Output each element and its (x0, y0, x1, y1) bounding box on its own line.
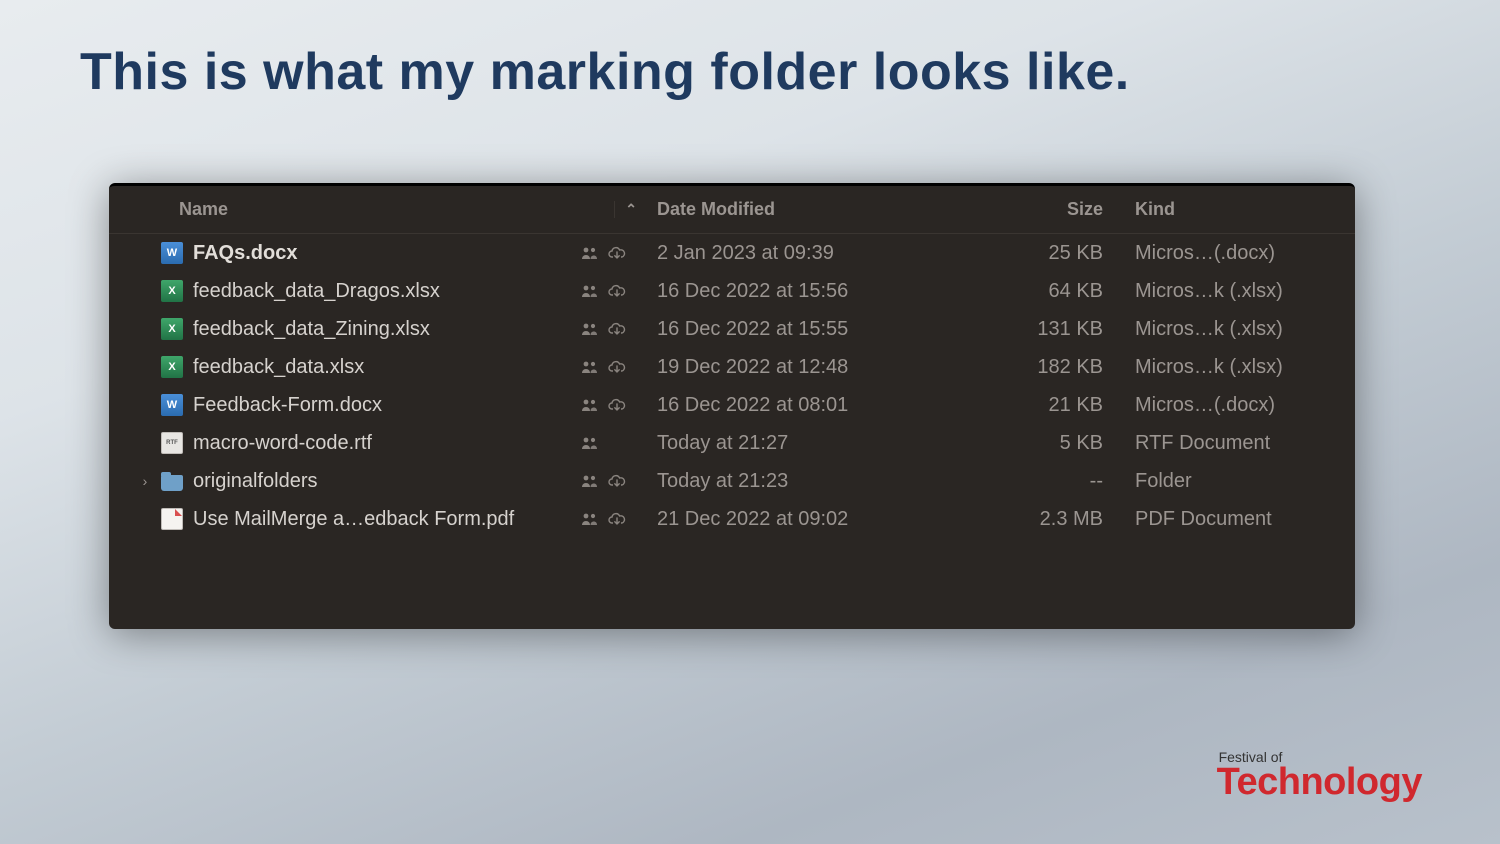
file-date-cell: 16 Dec 2022 at 15:55 (647, 318, 947, 341)
file-kind-cell: Micros…(.docx) (1125, 394, 1355, 417)
column-header-name-label: Name (179, 199, 228, 220)
file-size-cell: 25 KB (947, 242, 1125, 265)
file-kind-cell: Folder (1125, 470, 1355, 493)
file-kind-cell: RTF Document (1125, 432, 1355, 455)
file-kind-cell: Micros…k (.xlsx) (1125, 280, 1355, 303)
status-icons (581, 474, 637, 489)
file-date-cell: 16 Dec 2022 at 08:01 (647, 394, 947, 417)
shared-icon (581, 360, 599, 374)
file-name-label: feedback_data_Dragos.xlsx (193, 280, 571, 303)
shared-icon (581, 474, 599, 488)
file-list: FAQs.docx2 Jan 2023 at 09:3925 KBMicros…… (109, 234, 1355, 538)
shared-icon (581, 246, 599, 260)
xlsx-file-icon (161, 318, 183, 340)
shared-icon (581, 322, 599, 336)
file-name-cell[interactable]: feedback_data.xlsx (109, 356, 647, 379)
cloud-download-icon (607, 246, 627, 261)
file-name-cell[interactable]: feedback_data_Zining.xlsx (109, 318, 647, 341)
file-name-label: feedback_data.xlsx (193, 356, 571, 379)
file-date-cell: 19 Dec 2022 at 12:48 (647, 356, 947, 379)
status-icons (581, 322, 637, 337)
disclosure-triangle-icon[interactable]: › (139, 473, 151, 489)
file-date-cell: 2 Jan 2023 at 09:39 (647, 242, 947, 265)
column-header-kind[interactable]: Kind (1125, 199, 1355, 220)
file-row[interactable]: feedback_data_Zining.xlsx 16 Dec 2022 at … (109, 310, 1355, 348)
file-kind-cell: Micros…(.docx) (1125, 242, 1355, 265)
file-date-cell: 16 Dec 2022 at 15:56 (647, 280, 947, 303)
status-icons (581, 360, 637, 375)
status-icons (581, 284, 637, 299)
file-row[interactable]: FAQs.docx 2 Jan 2023 at 09:3925 KBMicros…… (109, 234, 1355, 272)
xlsx-file-icon (161, 280, 183, 302)
pdf-file-icon (161, 508, 183, 530)
cloud-download-icon (607, 474, 627, 489)
file-name-label: feedback_data_Zining.xlsx (193, 318, 571, 341)
docx-file-icon (161, 394, 183, 416)
file-row[interactable]: feedback_data.xlsx 19 Dec 2022 at 12:4818… (109, 348, 1355, 386)
file-date-cell: Today at 21:27 (647, 432, 947, 455)
file-name-cell[interactable]: macro-word-code.rtf (109, 432, 647, 455)
column-header-date[interactable]: Date Modified (647, 199, 947, 220)
column-header-size[interactable]: Size (947, 199, 1125, 220)
file-size-cell: 21 KB (947, 394, 1125, 417)
file-size-cell: 5 KB (947, 432, 1125, 455)
file-name-cell[interactable]: Use MailMerge a…edback Form.pdf (109, 508, 647, 531)
file-date-cell: Today at 21:23 (647, 470, 947, 493)
status-icons (581, 398, 637, 413)
file-kind-cell: Micros…k (.xlsx) (1125, 356, 1355, 379)
folder-file-icon (161, 475, 183, 491)
sort-ascending-icon[interactable]: ⌃ (614, 201, 637, 218)
file-size-cell: 131 KB (947, 318, 1125, 341)
footer-logo: Festival of Technology (1217, 749, 1422, 804)
column-header-name[interactable]: Name ⌃ (109, 199, 647, 220)
file-name-label: macro-word-code.rtf (193, 432, 571, 455)
file-row[interactable]: macro-word-code.rtf Today at 21:275 KBRTF… (109, 424, 1355, 462)
cloud-download-icon (607, 322, 627, 337)
file-size-cell: 2.3 MB (947, 508, 1125, 531)
cloud-download-icon (607, 360, 627, 375)
file-name-cell[interactable]: feedback_data_Dragos.xlsx (109, 280, 647, 303)
file-size-cell: 64 KB (947, 280, 1125, 303)
shared-icon (581, 436, 599, 450)
status-icons (581, 512, 637, 527)
file-kind-cell: PDF Document (1125, 508, 1355, 531)
shared-icon (581, 284, 599, 298)
finder-window: Name ⌃ Date Modified Size Kind FAQs.docx… (109, 183, 1355, 629)
xlsx-file-icon (161, 356, 183, 378)
shared-icon (581, 398, 599, 412)
file-name-label: Use MailMerge a…edback Form.pdf (193, 508, 571, 531)
file-name-cell[interactable]: Feedback-Form.docx (109, 394, 647, 417)
file-size-cell: 182 KB (947, 356, 1125, 379)
rtf-file-icon (161, 432, 183, 454)
file-row[interactable]: › originalfolders Today at 21:23--Folder (109, 462, 1355, 500)
cloud-download-icon (607, 284, 627, 299)
file-kind-cell: Micros…k (.xlsx) (1125, 318, 1355, 341)
shared-icon (581, 512, 599, 526)
column-header-row: Name ⌃ Date Modified Size Kind (109, 186, 1355, 234)
logo-bottom-text: Technology (1217, 761, 1422, 804)
status-icons (581, 436, 637, 450)
docx-file-icon (161, 242, 183, 264)
status-icons (581, 246, 637, 261)
file-row[interactable]: Feedback-Form.docx 16 Dec 2022 at 08:0121… (109, 386, 1355, 424)
file-name-label: Feedback-Form.docx (193, 394, 571, 417)
file-size-cell: -- (947, 470, 1125, 493)
file-date-cell: 21 Dec 2022 at 09:02 (647, 508, 947, 531)
file-name-cell[interactable]: FAQs.docx (109, 242, 647, 265)
cloud-download-icon (607, 398, 627, 413)
file-row[interactable]: Use MailMerge a…edback Form.pdf 21 Dec 20… (109, 500, 1355, 538)
file-name-cell[interactable]: › originalfolders (109, 470, 647, 493)
file-name-label: FAQs.docx (193, 242, 571, 265)
file-row[interactable]: feedback_data_Dragos.xlsx 16 Dec 2022 at … (109, 272, 1355, 310)
cloud-download-icon (607, 512, 627, 527)
file-name-label: originalfolders (193, 470, 571, 493)
slide-title: This is what my marking folder looks lik… (80, 42, 1130, 102)
